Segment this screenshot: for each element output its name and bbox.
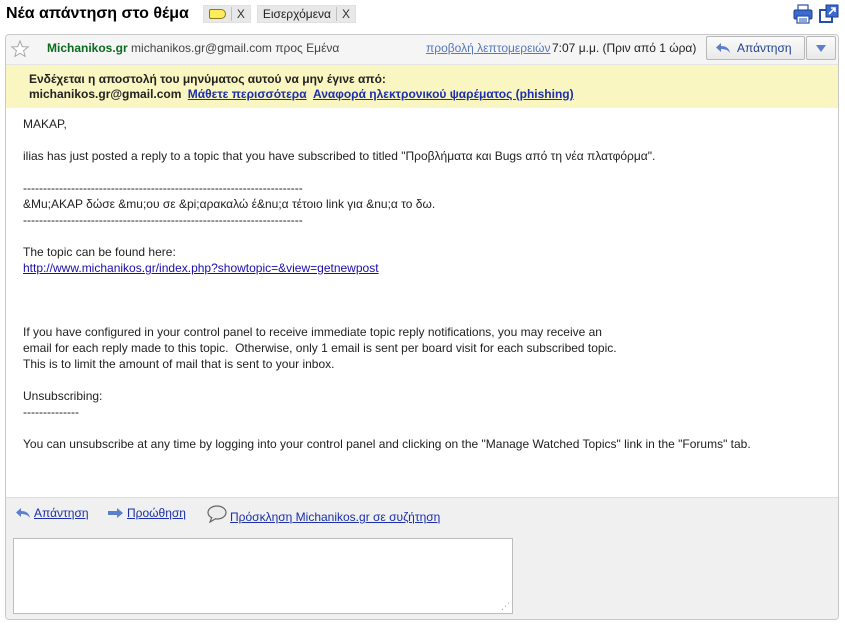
label-chip-tag: X xyxy=(202,5,251,23)
recipient: προς Εμένα xyxy=(275,41,340,55)
reply-arrow-icon xyxy=(16,508,30,518)
unsubscribe-title: Unsubscribing: xyxy=(23,389,103,403)
star-icon[interactable] xyxy=(10,39,30,59)
top-icons xyxy=(793,4,839,24)
sender: Michanikos.gr michanikos.gr@gmail.com πρ… xyxy=(47,41,339,55)
unsubscribe-separator: -------------- xyxy=(23,405,79,419)
label-inbox[interactable]: Εισερχόμενα xyxy=(258,6,336,22)
warning-text: Ενδέχεται η αποστολή του μηνύματος αυτού… xyxy=(29,72,386,86)
remove-label-button[interactable]: X xyxy=(335,7,355,21)
reply-arrow-icon xyxy=(716,43,730,53)
separator-bottom: ----------------------------------------… xyxy=(23,213,303,227)
footer-reply-label: Απάντηση xyxy=(34,506,89,520)
greeting: MAKAP, xyxy=(23,117,67,131)
footer-reply-link[interactable]: Απάντηση xyxy=(15,506,89,520)
chat-bubble-icon xyxy=(207,505,227,523)
new-window-icon[interactable] xyxy=(819,4,839,24)
quoted-reply: &Mu;AKAP δώσε &mu;ου σε &pi;αρακαλώ έ&nu… xyxy=(23,197,436,211)
resize-grip-icon[interactable]: ⋰ xyxy=(501,602,510,611)
reply-button[interactable]: Απάντηση xyxy=(706,36,805,60)
sender-email: michanikos.gr@gmail.com xyxy=(131,41,272,55)
phishing-warning: Ενδέχεται η αποστολή του μηνύματος αυτού… xyxy=(6,65,838,108)
learn-more-link[interactable]: Μάθετε περισσότερα xyxy=(188,87,307,101)
message-footer: Απάντηση Προώθηση Πρόσκληση Michanikos.g… xyxy=(6,497,838,619)
message-body: MAKAP, ilias has just posted a reply to … xyxy=(23,116,833,452)
remove-label-button[interactable]: X xyxy=(230,7,250,21)
dropdown-arrow-icon xyxy=(816,44,826,52)
more-options-button[interactable] xyxy=(806,36,836,60)
footer-invite-link[interactable]: Πρόσκληση Michanikos.gr σε συζήτηση xyxy=(207,504,440,524)
unsubscribe-text: You can unsubscribe at any time by loggi… xyxy=(23,437,751,451)
reply-button-label: Απάντηση xyxy=(737,41,792,55)
footer-forward-label: Προώθηση xyxy=(127,506,186,520)
tag-icon xyxy=(208,9,226,19)
show-details-link[interactable]: προβολή λεπτομερειών xyxy=(426,41,550,55)
forward-arrow-icon xyxy=(108,508,123,518)
footer-forward-link[interactable]: Προώθηση xyxy=(107,506,186,520)
message-time: 7:07 μ.μ. (Πριν από 1 ώρα) xyxy=(552,41,697,55)
subject-title: Νέα απάντηση στο θέμα xyxy=(6,5,189,22)
print-icon[interactable] xyxy=(793,4,813,24)
separator-top: ----------------------------------------… xyxy=(23,181,303,195)
sender-name[interactable]: Michanikos.gr xyxy=(47,41,128,55)
message-frame: Michanikos.gr michanikos.gr@gmail.com πρ… xyxy=(5,34,839,620)
quick-reply-input[interactable] xyxy=(13,538,513,614)
warning-sender-line: michanikos.gr@gmail.com Μάθετε περισσότε… xyxy=(29,87,838,102)
label-tag[interactable] xyxy=(204,6,231,22)
message-header: Michanikos.gr michanikos.gr@gmail.com πρ… xyxy=(6,35,838,65)
report-phishing-link[interactable]: Αναφορά ηλεκτρονικού ψαρέματος (phishing… xyxy=(313,87,574,101)
label-chip-inbox: Εισερχόμενα X xyxy=(256,5,356,23)
topic-found-text: The topic can be found here: xyxy=(23,245,176,259)
info-line-3: This is to limit the amount of mail that… xyxy=(23,357,335,371)
intro-text: ilias has just posted a reply to a topic… xyxy=(23,149,656,163)
subject-bar: Νέα απάντηση στο θέμα X Εισερχόμενα X xyxy=(6,3,362,25)
topic-link[interactable]: http://www.michanikos.gr/index.php?showt… xyxy=(23,261,379,275)
info-line-2: email for each reply made to this topic.… xyxy=(23,341,617,355)
footer-invite-label: Πρόσκληση Michanikos.gr σε συζήτηση xyxy=(230,510,441,524)
warning-email: michanikos.gr@gmail.com xyxy=(29,87,182,101)
info-line-1: If you have configured in your control p… xyxy=(23,325,602,339)
